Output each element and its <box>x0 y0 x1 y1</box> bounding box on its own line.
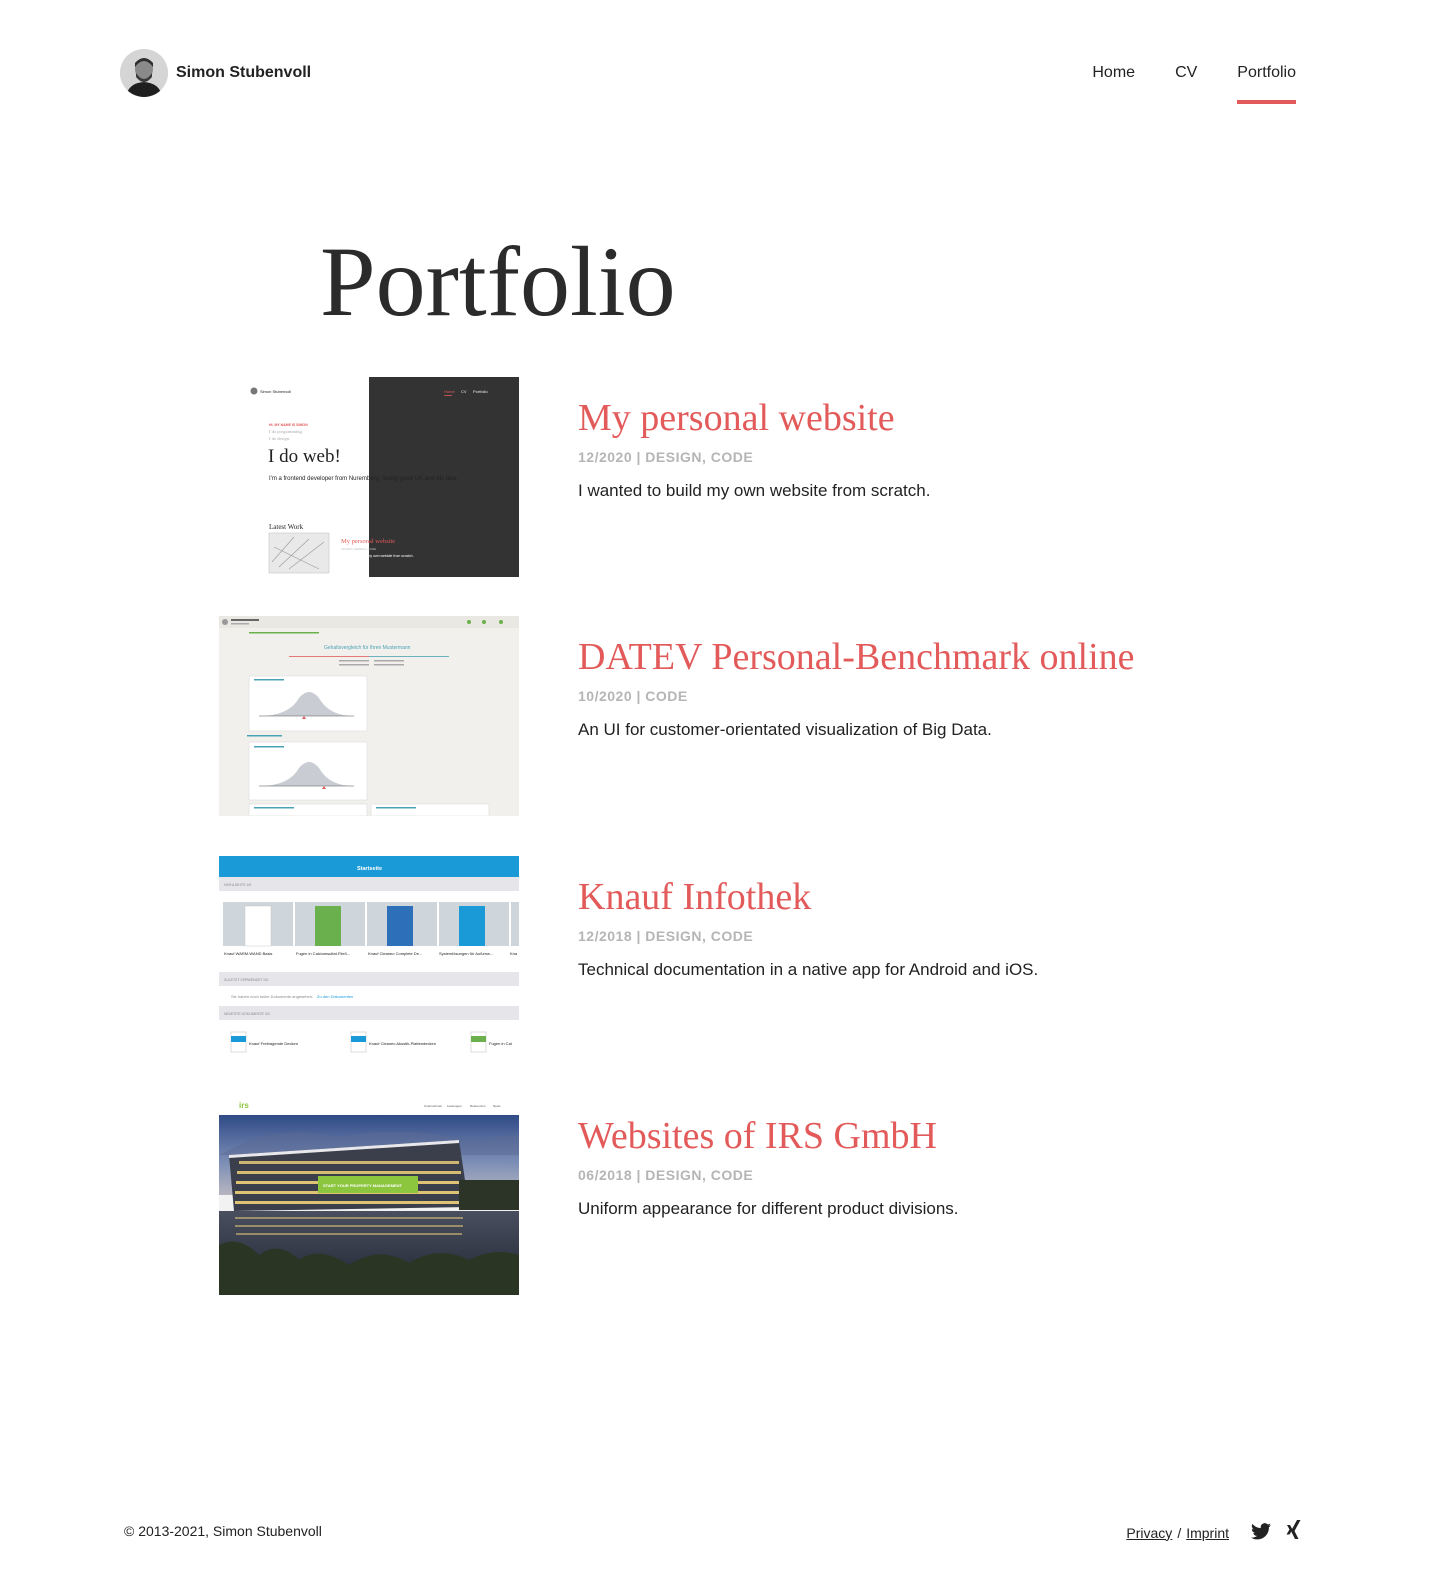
portfolio-entry-datev[interactable]: Gehaltsvergleich für Ihren Mustermann DA… <box>219 616 1219 816</box>
knauf-empty-link: Zu den Dokumenten <box>317 994 353 999</box>
thumb-nav-cv: CV <box>461 389 467 394</box>
knauf-section-2: ZULETZT VERWENDET 0/0 <box>224 978 268 982</box>
main-nav: Home CV Portfolio <box>1052 62 1296 104</box>
irs-nav-1: Unternehmen <box>424 1104 443 1108</box>
thumb-nav-portfolio: Portfolio <box>473 389 488 394</box>
portfolio-entry-irs[interactable]: irs Unternehmen Leistungen Referenzen Ne… <box>219 1095 1219 1295</box>
thumb-card-title: My personal website <box>341 538 395 545</box>
avatar <box>120 49 168 97</box>
portfolio-entry-knauf[interactable]: Startseite HIGHLIGHTS 1/5 Knauf WARM-WAN… <box>219 856 1219 1056</box>
footer-separator: / <box>1177 1524 1182 1541</box>
privacy-link[interactable]: Privacy <box>1126 1525 1172 1541</box>
knauf-doc-2: Knauf Cleaneo Akustik-Plattendecken <box>369 1041 436 1046</box>
knauf-item-3: Knauf Cleaneo Complete De... <box>368 951 422 956</box>
thumbnail-personal-website[interactable]: Simon Stubenvoll Home CV Portfolio HI, M… <box>219 377 519 577</box>
imprint-link[interactable]: Imprint <box>1186 1525 1229 1541</box>
entry-title[interactable]: DATEV Personal-Benchmark online <box>578 632 1135 682</box>
knauf-bar-title: Startseite <box>357 866 382 872</box>
thumb-line-2: I do design. <box>269 436 290 441</box>
thumb-intro: I'm a frontend developer from Nuremberg,… <box>269 476 459 482</box>
twitter-icon[interactable] <box>1251 1522 1271 1543</box>
knauf-section-1: HIGHLIGHTS 1/5 <box>224 883 251 887</box>
entry-description: An UI for customer-orientated visualizat… <box>578 720 992 739</box>
knauf-section-3: NEUESTE DOKUMENTE 3/3 <box>224 1012 270 1016</box>
entry-meta: 12/2018 | DESIGN, CODE <box>578 928 754 944</box>
irs-nav-4: News <box>493 1104 501 1108</box>
datev-heading: Gehaltsvergleich für Ihren Mustermann <box>324 645 411 651</box>
thumb-line-1: I do programming. <box>269 429 303 434</box>
nav-cv[interactable]: CV <box>1175 62 1197 104</box>
thumb-nav-home: Home <box>444 389 455 394</box>
knauf-item-2: Fugen in Calciumsulfat-Fließ... <box>296 951 350 956</box>
entry-title[interactable]: Websites of IRS GmbH <box>578 1111 959 1161</box>
brand-link[interactable]: Simon Stubenvoll <box>120 49 311 97</box>
entry-meta: 10/2020 | CODE <box>578 688 688 704</box>
entry-title[interactable]: My personal website <box>578 393 930 443</box>
knauf-item-1: Knauf WARM-WAND Basis <box>224 951 272 956</box>
nav-portfolio[interactable]: Portfolio <box>1237 62 1296 104</box>
thumb-latest: Latest Work <box>269 523 304 531</box>
irs-logo: irs <box>239 1101 249 1110</box>
knauf-empty-text: Sie haben noch keine Dokumente angesehen… <box>231 994 313 999</box>
irs-nav-3: Referenzen <box>470 1104 486 1108</box>
thumb-kicker: HI, MY NAME IS SIMON <box>269 423 308 427</box>
entry-meta: 06/2018 | DESIGN, CODE <box>578 1167 754 1183</box>
entry-description: Uniform appearance for different product… <box>578 1199 959 1218</box>
knauf-doc-1: Knauf Freitragende Decken <box>249 1041 298 1046</box>
knauf-item-5: Kna <box>510 951 518 956</box>
brand-name: Simon Stubenvoll <box>176 64 312 81</box>
thumbnail-knauf[interactable]: Startseite HIGHLIGHTS 1/5 Knauf WARM-WAN… <box>219 856 519 1056</box>
entry-meta: 12/2020 | DESIGN, CODE <box>578 449 754 465</box>
copyright: © 2013-2021, Simon Stubenvoll <box>124 1523 322 1539</box>
thumb-card-desc: I wanted to build my own website from sc… <box>341 554 414 558</box>
thumbnail-irs[interactable]: irs Unternehmen Leistungen Referenzen Ne… <box>219 1095 519 1295</box>
entry-description: I wanted to build my own website from sc… <box>578 481 931 500</box>
xing-icon[interactable] <box>1285 1520 1303 1545</box>
entry-title[interactable]: Knauf Infothek <box>578 872 1038 922</box>
footer-links: Privacy / Imprint <box>1126 1520 1303 1545</box>
thumb-card-meta: 12/2020 | DESIGN, CODE <box>341 547 376 551</box>
irs-cta: START YOUR PROPERTY MANAGEMENT <box>323 1183 402 1188</box>
portfolio-entry-personal-website[interactable]: Simon Stubenvoll Home CV Portfolio HI, M… <box>219 377 1219 577</box>
page-title: Portfolio <box>320 226 676 337</box>
irs-nav-2: Leistungen <box>447 1104 462 1108</box>
nav-home[interactable]: Home <box>1092 62 1135 104</box>
entry-description: Technical documentation in a native app … <box>578 960 1039 979</box>
thumb-headline: I do web! <box>268 446 341 467</box>
thumbnail-datev[interactable]: Gehaltsvergleich für Ihren Mustermann <box>219 616 519 816</box>
knauf-item-4: Systemlösungen für Außenw... <box>439 951 493 956</box>
knauf-doc-3: Fugen in Cal <box>489 1041 512 1046</box>
thumb-brand: Simon Stubenvoll <box>260 389 291 394</box>
